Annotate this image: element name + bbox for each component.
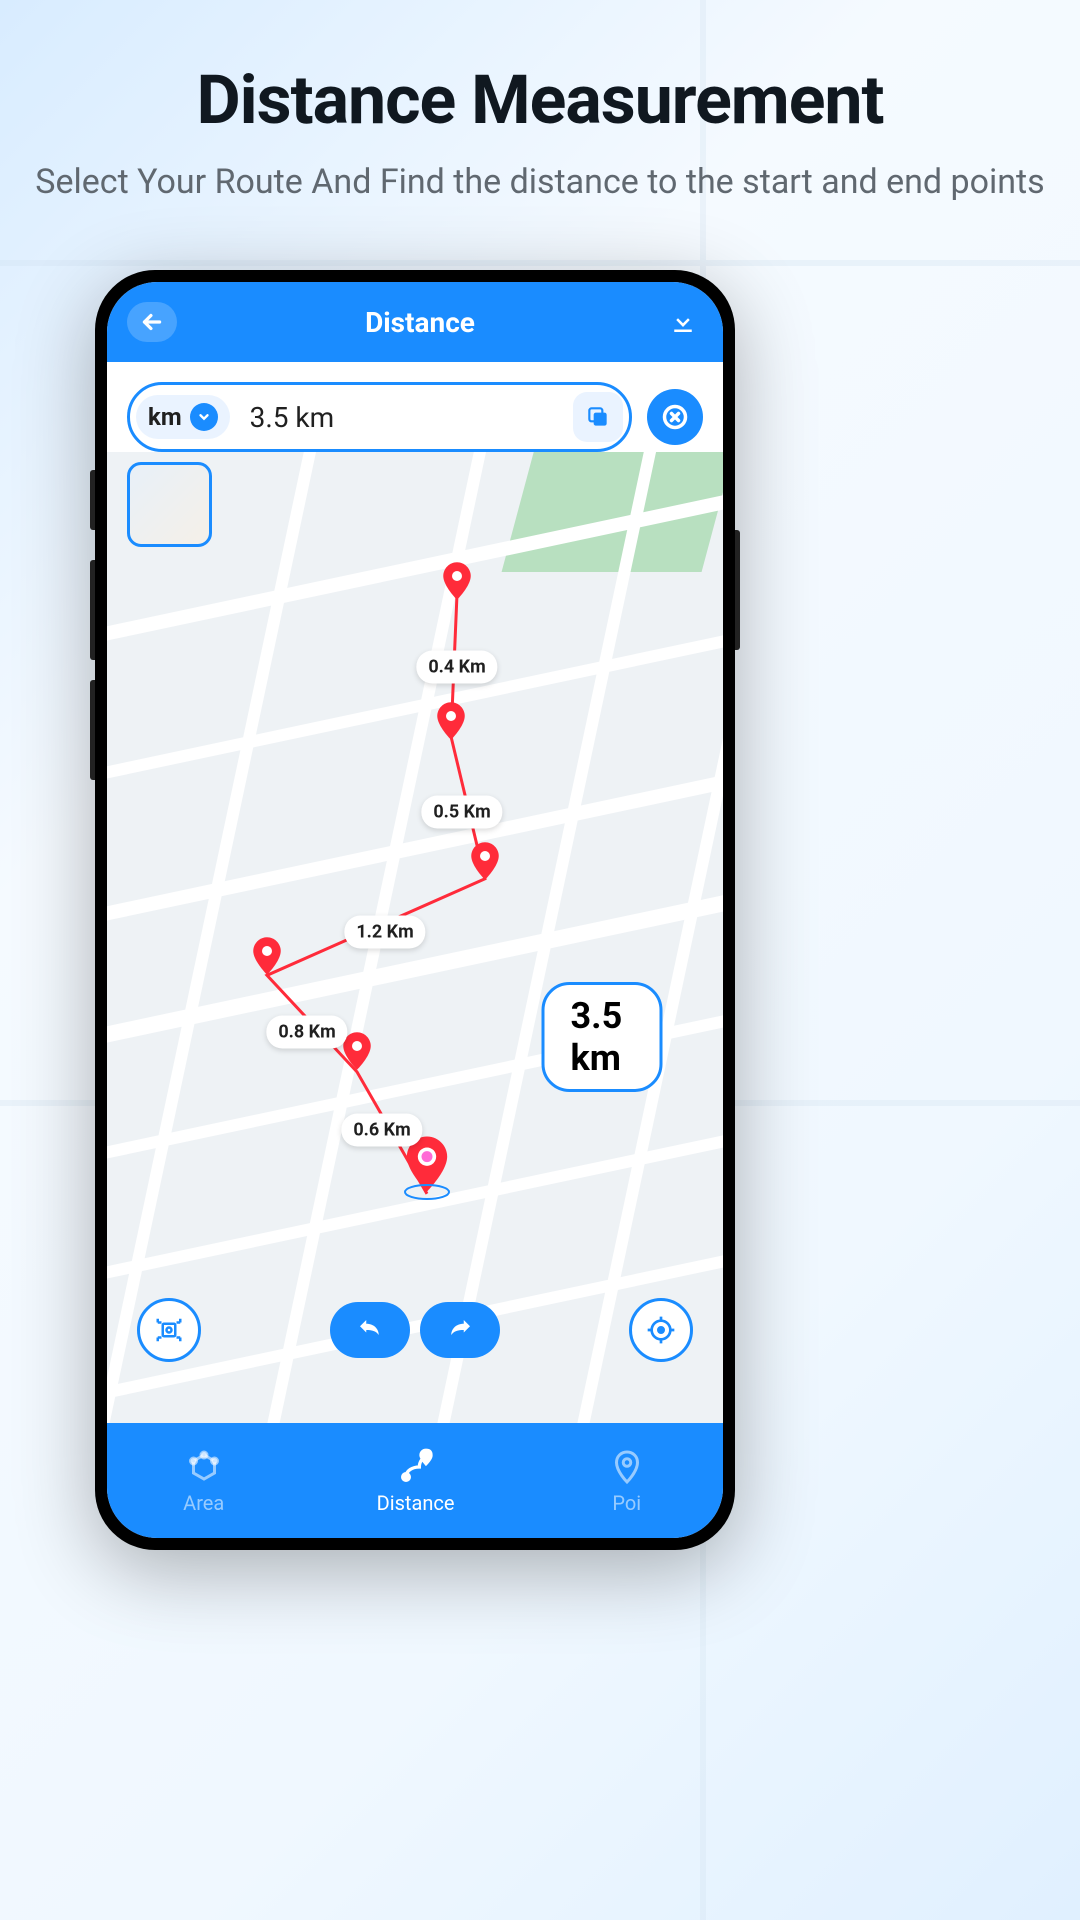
clear-button[interactable] [647,389,703,445]
crosshair-icon [645,1314,677,1346]
segment-label: 0.8 Km [266,1016,347,1049]
map-pin-icon [252,937,282,975]
undo-icon [355,1315,385,1345]
distance-value: 3.5 km [230,401,573,434]
redo-icon [445,1315,475,1345]
image-capture-icon [154,1315,184,1345]
page-subtitle: Select Your Route And Find the distance … [0,160,1080,204]
undo-button[interactable] [330,1302,410,1358]
redo-button[interactable] [420,1302,500,1358]
segment-label: 0.6 Km [341,1114,422,1147]
map-actions [107,1302,723,1358]
arrow-left-icon [139,309,165,335]
copy-button[interactable] [573,392,623,442]
phone-screen: Distance km 3.5 km [107,282,723,1538]
phone-frame: Distance km 3.5 km [95,270,735,1550]
locate-button[interactable] [629,1298,693,1362]
total-distance-badge: 3.5 km [542,982,663,1092]
screenshot-button[interactable] [137,1298,201,1362]
distance-icon [396,1447,436,1487]
download-button[interactable] [663,307,703,337]
nav-label: Poi [612,1491,641,1515]
map-pin-icon [470,842,500,880]
bottom-nav: Area Distance Poi [107,1423,723,1538]
map-pin-icon [342,1032,372,1070]
map-pin-icon [436,702,466,740]
nav-distance[interactable]: Distance [377,1447,455,1515]
nav-poi[interactable]: Poi [607,1447,647,1515]
area-icon [184,1447,224,1487]
nav-label: Area [183,1491,224,1515]
unit-label: km [148,403,182,431]
segment-label: 1.2 Km [344,916,425,949]
map-canvas[interactable]: 0.4 Km 0.5 Km 1.2 Km 0.8 Km 0.6 Km 3.5 k… [107,452,723,1458]
appbar-title: Distance [365,306,475,339]
distance-display-bar: km 3.5 km [127,382,632,452]
nav-label: Distance [377,1491,455,1515]
segment-label: 0.5 Km [421,796,502,829]
page-title: Distance Measurement [0,60,1080,140]
app-bar: Distance [107,282,723,362]
poi-icon [607,1447,647,1487]
close-icon [661,403,689,431]
nav-area[interactable]: Area [183,1447,224,1515]
back-button[interactable] [127,302,177,342]
map-pin-icon [442,562,472,600]
download-icon [668,307,698,337]
segment-label: 0.4 Km [416,651,497,684]
location-pulse-icon [402,1182,452,1202]
unit-selector[interactable]: km [136,395,230,439]
copy-icon [585,404,611,430]
chevron-down-icon [190,403,218,431]
